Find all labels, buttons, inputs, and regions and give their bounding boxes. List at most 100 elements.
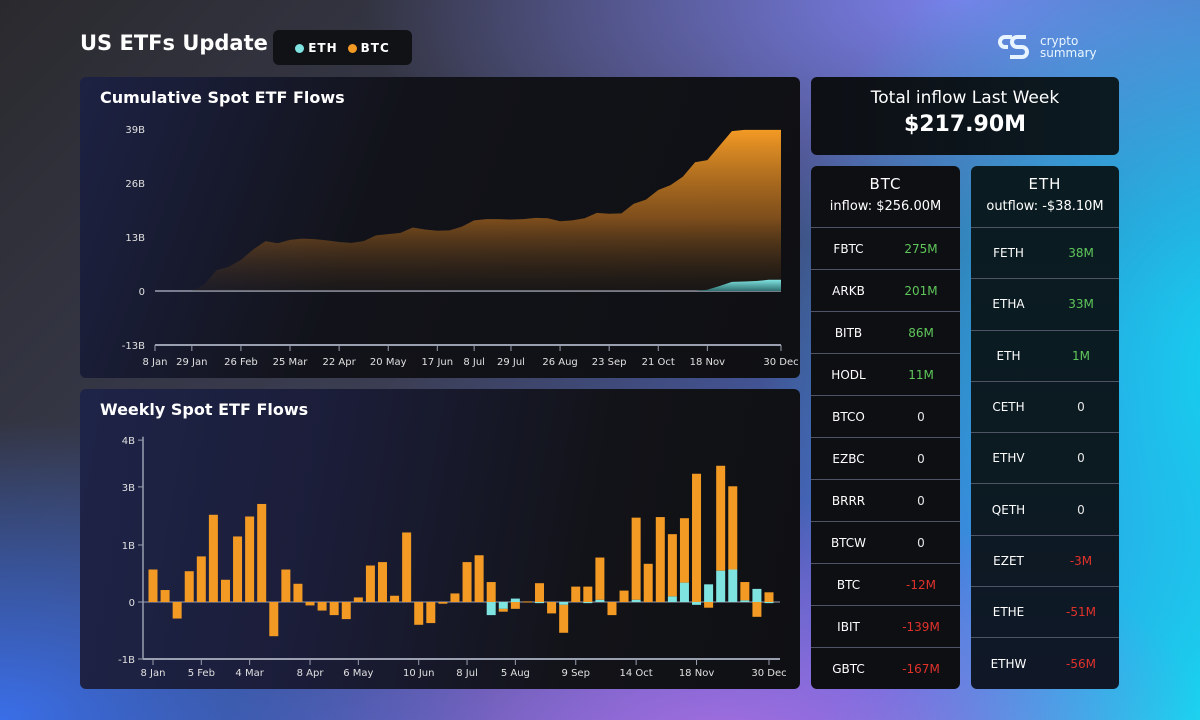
btc-etf-row: IBIT -139M: [811, 605, 960, 647]
eth-etf-row: QETH 0: [971, 483, 1119, 534]
x-tick-label: 22 Apr: [323, 357, 357, 368]
eth-etf-row: ETHV 0: [971, 432, 1119, 483]
ticker: BTCW: [830, 535, 867, 550]
btc-weekly-bar: [740, 582, 750, 601]
ticker: QETH: [991, 502, 1026, 517]
flow-amount: 0: [917, 409, 925, 424]
x-tick-label: 4 Mar: [235, 668, 264, 679]
x-tick-label: 8 Jul: [456, 668, 478, 679]
page-title: US ETFs Update: [80, 31, 268, 55]
eth-weekly-bar: [728, 569, 738, 602]
eth-flow: outflow: -$38.10M: [986, 199, 1104, 214]
eth-etf-row: ETHA 33M: [971, 278, 1119, 329]
btc-weekly-bar: [486, 582, 496, 602]
legend-eth: ETH: [295, 41, 337, 55]
btc-weekly-bar: [522, 601, 532, 603]
eth-weekly-bar: [764, 602, 774, 604]
flow-amount: 33M: [1068, 297, 1094, 312]
btc-weekly-bar: [595, 557, 605, 600]
legend-btc: BTC: [347, 40, 390, 55]
cumulative-chart: 39B 26B 13B 0 -13B 8 Jan 29 Jan 26 Feb 25 Mar 22 …: [122, 125, 799, 368]
ticker: ETHW: [990, 656, 1027, 671]
x-tick-label: 8 Jul: [463, 357, 485, 368]
btc-weekly-bar: [293, 583, 303, 602]
legend-btc-label: BTC: [360, 40, 390, 55]
y-tick-label: 0: [129, 598, 135, 609]
btc-weekly-bar: [269, 602, 279, 637]
eth-weekly-bar: [559, 602, 569, 605]
flow-amount: 11M: [908, 367, 934, 382]
x-tick-label: 8 Jan: [143, 357, 168, 368]
x-tick-label: 30 Dec: [751, 668, 786, 679]
total-inflow-label: Total inflow Last Week: [870, 88, 1060, 108]
x-tick-label: 25 Mar: [273, 357, 309, 368]
ticker: BTCO: [832, 409, 865, 424]
eth-etf-row: ETHW -56M: [971, 637, 1119, 688]
weekly-flows-panel: Weekly Spot ETF Flows 4B 3B 1B 0 -1B 8 Jan 5 F…: [80, 389, 800, 689]
flow-amount: 1M: [1072, 348, 1090, 363]
eth-weekly-bar: [740, 600, 750, 602]
ticker: ETHA: [992, 297, 1025, 312]
flow-amount: 38M: [1068, 246, 1094, 261]
btc-weekly-bar: [353, 597, 363, 602]
eth-weekly-bar: [510, 598, 520, 602]
ticker: ETHV: [992, 451, 1025, 466]
btc-etf-row: FBTC 275M: [811, 227, 960, 269]
total-inflow-card: Total inflow Last Week $217.90M: [811, 77, 1119, 155]
eth-weekly-bar: [498, 602, 508, 609]
btc-weekly-bar: [281, 569, 291, 602]
btc-weekly-bar: [317, 602, 327, 611]
btc-weekly-bar: [704, 602, 714, 608]
y-tick-label: 4B: [122, 436, 135, 447]
btc-weekly-bar: [208, 514, 218, 602]
crypto-summary-logo-icon: [998, 35, 1029, 59]
y-tick-label: 13B: [125, 233, 145, 244]
btc-weekly-bar: [631, 517, 641, 600]
btc-weekly-bar: [184, 571, 194, 602]
eth-weekly-bar: [595, 599, 605, 602]
x-tick-label: 10 Jun: [403, 668, 435, 679]
btc-weekly-bar: [160, 590, 170, 602]
x-tick-label: 26 Feb: [224, 357, 258, 368]
y-tick-label: 1B: [122, 541, 135, 552]
x-tick-label: 8 Jan: [141, 668, 166, 679]
x-tick-label: 20 May: [370, 357, 407, 368]
eth-etf-row: ETH 1M: [971, 329, 1119, 381]
btc-etf-row: BTC -12M: [811, 563, 960, 605]
btc-weekly-bar: [643, 563, 653, 602]
btc-etf-table: BTC inflow: $256.00M FBTC 275M ARKB 201M BITB…: [811, 166, 960, 689]
btc-table-title: BTC: [869, 175, 902, 193]
ticker: ETHE: [992, 605, 1025, 620]
flow-amount: -51M: [1066, 605, 1096, 620]
logo-text-2: summary: [1040, 46, 1097, 60]
eth-weekly-bar: [583, 602, 593, 604]
eth-weekly-bar: [535, 602, 545, 604]
y-tick-label: 3B: [122, 483, 135, 494]
legend: ETH BTC: [273, 30, 412, 65]
btc-weekly-bar: [377, 562, 387, 602]
x-tick-label: 26 Aug: [542, 357, 577, 368]
y-tick-label: -1B: [118, 655, 135, 666]
btc-weekly-bar: [245, 516, 255, 602]
btc-weekly-bar: [583, 586, 593, 602]
btc-etf-row: BITB 86M: [811, 311, 960, 353]
btc-weekly-bar: [305, 602, 315, 606]
flow-amount: 0: [1077, 400, 1085, 415]
x-tick-label: 5 Feb: [188, 668, 215, 679]
total-inflow-value: $217.90M: [903, 112, 1027, 137]
x-tick-label: 29 Jan: [176, 357, 207, 368]
flow-amount: 201M: [904, 283, 938, 298]
btc-weekly-bar: [728, 486, 738, 570]
eth-weekly-bar: [667, 596, 677, 602]
eth-weekly-bar: [631, 599, 641, 602]
btc-weekly-bar: [233, 536, 243, 602]
eth-etf-row: FETH 38M: [971, 227, 1119, 278]
ticker: BITB: [834, 325, 863, 340]
flow-amount: -167M: [902, 661, 940, 676]
x-tick-label: 30 Dec: [763, 357, 798, 368]
x-tick-label: 21 Oct: [642, 357, 675, 368]
btc-dot-icon: [347, 43, 357, 53]
y-tick-label: -13B: [122, 341, 145, 352]
eth-weekly-bar: [704, 584, 714, 602]
x-tick-label: 18 Nov: [679, 668, 715, 679]
